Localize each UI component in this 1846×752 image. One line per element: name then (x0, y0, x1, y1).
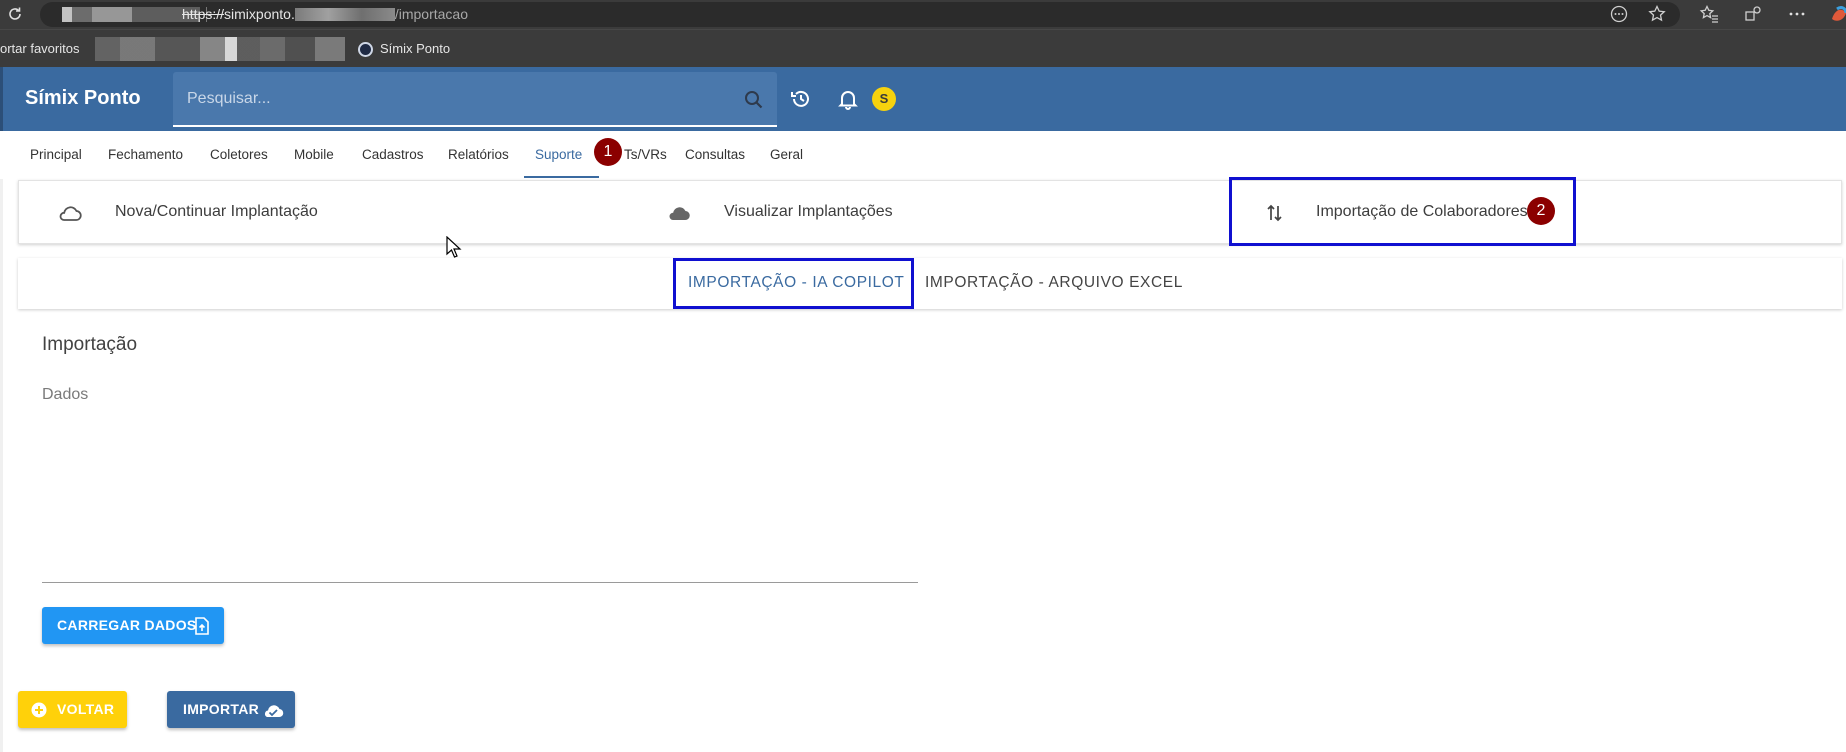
app-header: Símix Ponto S (0, 67, 1846, 131)
nav-item-principal[interactable]: Principal (30, 147, 82, 162)
nav-item-consultas[interactable]: Consultas (685, 147, 745, 162)
main-nav: Principal Fechamento Coletores Mobile Ca… (0, 131, 1846, 179)
annotation-badge-2: 2 (1527, 197, 1555, 225)
browser-toolbar: https://simixponto. /importacao (0, 0, 1846, 29)
nav-item-geral[interactable]: Geral (770, 147, 803, 162)
left-edge (0, 131, 3, 752)
bookmarks-blurred (95, 37, 345, 61)
search-icon[interactable] (743, 89, 765, 111)
highlight-box-ia-copilot (673, 258, 914, 309)
back-button[interactable]: VOLTAR (18, 691, 127, 728)
import-button[interactable]: IMPORTAR (167, 691, 295, 728)
star-icon[interactable] (1646, 3, 1668, 25)
favorites-icon[interactable] (1698, 3, 1720, 25)
site-info-blurred (62, 7, 200, 22)
tab-importacao-arquivo-excel[interactable]: IMPORTAÇÃO - ARQUIVO EXCEL (925, 274, 1183, 292)
mouse-cursor-icon (446, 236, 462, 258)
nav-item-fechamento[interactable]: Fechamento (108, 147, 183, 162)
menu-dots-icon[interactable] (1786, 3, 1808, 25)
avatar[interactable]: S (872, 87, 896, 111)
address-bar[interactable]: https://simixponto. /importacao (40, 2, 1680, 27)
load-data-button[interactable]: CARREGAR DADOS (42, 607, 224, 644)
url-protocol: https:// (182, 6, 225, 22)
bookmarks-import-link[interactable]: ortar favoritos (0, 41, 79, 56)
nav-item-suporte[interactable]: Suporte (535, 147, 582, 162)
subnav-label-visualizar-implantacoes: Visualizar Implantações (724, 203, 893, 220)
highlight-box-importacao-colaboradores (1229, 177, 1576, 246)
simix-favicon-icon (358, 42, 373, 57)
nav-item-cadastros[interactable]: Cadastros (362, 147, 424, 162)
nav-item-ts-vrs[interactable]: Ts/VRs (624, 147, 667, 162)
search-input[interactable] (187, 86, 707, 112)
search-field[interactable] (173, 72, 777, 127)
url-text: https://simixponto. /importacao (182, 6, 468, 22)
import-label: IMPORTAR (183, 701, 260, 717)
history-icon[interactable] (789, 87, 813, 111)
file-upload-icon (195, 617, 209, 635)
annotation-badge-1: 1 (594, 138, 622, 166)
subnav-item-nova-implantacao[interactable]: Nova/Continuar Implantação (19, 181, 609, 245)
cloud-filled-icon (669, 207, 690, 221)
nav-item-coletores[interactable]: Coletores (210, 147, 268, 162)
url-path: /importacao (394, 6, 468, 22)
active-tab-indicator (524, 176, 599, 178)
nav-item-relatorios[interactable]: Relatórios (448, 147, 509, 162)
more-circle-icon[interactable] (1608, 3, 1630, 25)
cloud-outline-icon (59, 206, 82, 221)
url-host: simixponto. (224, 6, 295, 22)
bookmarks-bar: ortar favoritos Símix Ponto (0, 29, 1846, 67)
nav-item-mobile[interactable]: Mobile (294, 147, 334, 162)
subnav-label-nova-implantacao: Nova/Continuar Implantação (115, 203, 318, 220)
section-title: Importação (42, 334, 138, 355)
url-domain-blurred (294, 8, 395, 21)
back-label: VOLTAR (57, 701, 115, 717)
cloud-check-icon (264, 705, 284, 718)
bell-icon[interactable] (836, 87, 860, 111)
copilot-icon[interactable] (1828, 3, 1846, 25)
back-circle-icon (31, 702, 47, 718)
subnav-item-visualizar-implantacoes[interactable]: Visualizar Implantações (609, 181, 1199, 245)
import-tabs: IMPORTAÇÃO - IA COPILOT IMPORTAÇÃO - ARQ… (18, 258, 1842, 309)
load-data-label: CARREGAR DADOS (57, 617, 197, 633)
dados-textarea[interactable] (42, 380, 918, 583)
collections-icon[interactable] (1742, 3, 1764, 25)
bookmark-simix-ponto[interactable]: Símix Ponto (380, 41, 450, 56)
reload-icon[interactable] (5, 4, 25, 24)
app-title[interactable]: Símix Ponto (25, 87, 141, 110)
